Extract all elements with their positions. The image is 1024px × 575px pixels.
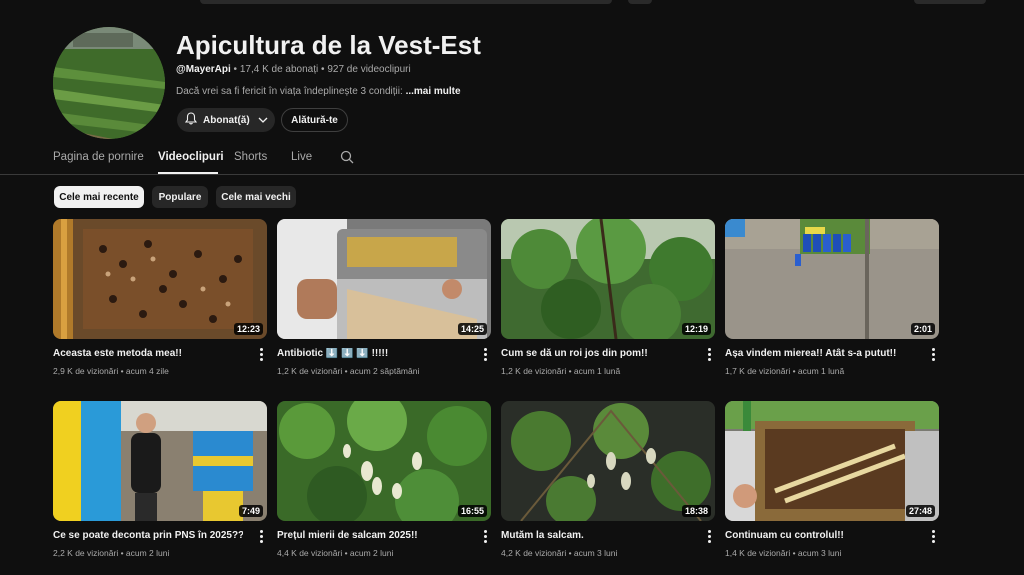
video-meta: 4,2 K de vizionări • acum 3 luni <box>501 548 618 558</box>
chip-oldest[interactable]: Cele mai vechi <box>216 186 296 208</box>
upload-age: acum 1 lună <box>797 366 845 376</box>
tab-live[interactable]: Live <box>291 151 312 163</box>
more-link[interactable]: ...mai multe <box>406 86 461 97</box>
video-card[interactable]: 12:23 Aceasta este metoda mea!! 2,9 K de… <box>53 219 267 376</box>
video-meta: 1,4 K de vizionări • acum 3 luni <box>725 548 842 558</box>
more-vert-icon[interactable] <box>256 347 266 361</box>
video-title[interactable]: Cum se dă un roi jos din pom!! <box>501 348 691 359</box>
video-thumbnail[interactable]: 12:23 <box>53 219 267 339</box>
video-duration: 18:38 <box>681 505 711 517</box>
video-title[interactable]: Aceasta este metoda mea!! <box>53 348 243 359</box>
account-button-edge[interactable] <box>914 0 986 4</box>
bell-icon <box>184 112 198 128</box>
video-thumbnail[interactable]: 16:55 <box>277 401 491 521</box>
video-duration: 16:55 <box>457 505 487 517</box>
view-count: 1,7 K de vizionări <box>725 366 791 376</box>
upload-age: acum 1 lună <box>573 366 621 376</box>
subscribed-button[interactable]: Abonat(ă) <box>177 108 275 132</box>
more-vert-icon[interactable] <box>928 529 938 543</box>
video-card[interactable]: 27:48 Continuam cu controlul!! 1,4 K de … <box>725 401 939 558</box>
tab-shorts[interactable]: Shorts <box>234 151 267 163</box>
video-thumbnail[interactable]: 12:19 <box>501 219 715 339</box>
upload-age: acum 2 luni <box>125 548 170 558</box>
search-bar-edge[interactable] <box>200 0 612 4</box>
tab-videos[interactable]: Videoclipuri <box>158 151 224 163</box>
video-card[interactable]: 7:49 Ce se poate deconta prin PNS în 202… <box>53 401 267 558</box>
upload-age: acum 4 zile <box>125 366 169 376</box>
video-title[interactable]: Mutăm la salcam. <box>501 530 691 541</box>
chevron-down-icon <box>258 115 268 126</box>
video-duration: 7:49 <box>238 505 263 517</box>
mic-button-edge[interactable] <box>628 0 652 4</box>
chip-popular[interactable]: Populare <box>152 186 208 208</box>
video-card[interactable]: 18:38 Mutăm la salcam. 4,2 K de vizionăr… <box>501 401 715 558</box>
channel-description[interactable]: Dacă vrei sa fi fericit în viața îndepli… <box>176 86 461 97</box>
subscriber-count: 17,4 K de abonați <box>239 64 319 75</box>
channel-handle: @MayerApi <box>176 64 231 75</box>
video-duration: 12:23 <box>233 323 263 335</box>
upload-age: acum 3 luni <box>573 548 618 558</box>
channel-meta: @MayerApi • 17,4 K de abonați • 927 de v… <box>176 64 411 75</box>
more-vert-icon[interactable] <box>256 529 266 543</box>
video-title[interactable]: Prețul mierii de salcam 2025!! <box>277 530 467 541</box>
video-card[interactable]: 2:01 Așa vindem mierea!! Atât s-a putut!… <box>725 219 939 376</box>
meta-separator: • <box>321 64 325 75</box>
video-meta: 1,7 K de vizionări • acum 1 lună <box>725 366 845 376</box>
tabs-divider <box>0 174 1024 175</box>
video-title[interactable]: Continuam cu controlul!! <box>725 530 915 541</box>
video-thumbnail[interactable]: 18:38 <box>501 401 715 521</box>
video-thumbnail[interactable]: 14:25 <box>277 219 491 339</box>
view-count: 2,2 K de vizionări <box>53 548 119 558</box>
more-vert-icon[interactable] <box>480 529 490 543</box>
upload-age: acum 3 luni <box>797 548 842 558</box>
video-duration: 12:19 <box>681 323 711 335</box>
video-count: 927 de videoclipuri <box>327 64 411 75</box>
upload-age: acum 2 săptămâni <box>349 366 420 376</box>
view-count: 1,4 K de vizionări <box>725 548 791 558</box>
view-count: 2,9 K de vizionări <box>53 366 119 376</box>
video-title[interactable]: Ce se poate deconta prin PNS în 2025?? <box>53 530 243 541</box>
upload-age: acum 2 luni <box>349 548 394 558</box>
video-thumbnail[interactable]: 2:01 <box>725 219 939 339</box>
more-vert-icon[interactable] <box>480 347 490 361</box>
video-title[interactable]: Antibiotic ⬇️ ⬇️ ⬇️ !!!!! <box>277 348 467 359</box>
video-meta: 2,9 K de vizionări • acum 4 zile <box>53 366 169 376</box>
view-count: 4,2 K de vizionări <box>501 548 567 558</box>
video-card[interactable]: 14:25 Antibiotic ⬇️ ⬇️ ⬇️ !!!!! 1,2 K de… <box>277 219 491 376</box>
video-card[interactable]: 16:55 Prețul mierii de salcam 2025!! 4,4… <box>277 401 491 558</box>
join-button[interactable]: Alătură-te <box>281 108 348 132</box>
video-duration: 14:25 <box>457 323 487 335</box>
channel-name: Apicultura de la Vest-Est <box>176 30 481 60</box>
video-meta: 1,2 K de vizionări • acum 1 lună <box>501 366 621 376</box>
video-meta: 1,2 K de vizionări • acum 2 săptămâni <box>277 366 420 376</box>
view-count: 1,2 K de vizionări <box>501 366 567 376</box>
video-thumbnail[interactable]: 7:49 <box>53 401 267 521</box>
channel-avatar[interactable] <box>53 27 165 139</box>
video-thumbnail[interactable]: 27:48 <box>725 401 939 521</box>
more-vert-icon[interactable] <box>704 529 714 543</box>
search-icon[interactable] <box>340 150 354 169</box>
tab-home[interactable]: Pagina de pornire <box>53 151 144 163</box>
video-meta: 2,2 K de vizionări • acum 2 luni <box>53 548 170 558</box>
description-text: Dacă vrei sa fi fericit în viața îndepli… <box>176 86 403 97</box>
video-meta: 4,4 K de vizionări • acum 2 luni <box>277 548 394 558</box>
view-count: 1,2 K de vizionări <box>277 366 343 376</box>
video-duration: 27:48 <box>905 505 935 517</box>
subscribed-label: Abonat(ă) <box>203 114 250 126</box>
more-vert-icon[interactable] <box>704 347 714 361</box>
video-duration: 2:01 <box>910 323 935 335</box>
view-count: 4,4 K de vizionări <box>277 548 343 558</box>
video-card[interactable]: 12:19 Cum se dă un roi jos din pom!! 1,2… <box>501 219 715 376</box>
more-vert-icon[interactable] <box>928 347 938 361</box>
video-title[interactable]: Așa vindem mierea!! Atât s-a putut!! <box>725 348 915 359</box>
chip-latest[interactable]: Cele mai recente <box>54 186 144 208</box>
meta-separator: • <box>233 64 238 75</box>
